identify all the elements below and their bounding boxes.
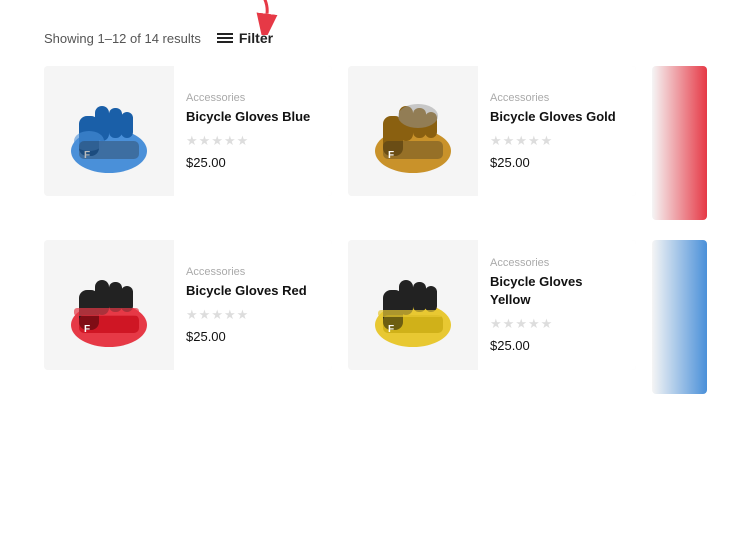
product-name: Bicycle Gloves Blue	[186, 108, 320, 126]
arrow-indicator	[228, 0, 288, 35]
product-card[interactable]: F Accessories Bicycle Gloves Blue ★ ★ ★ …	[44, 66, 332, 196]
product-image: F	[44, 66, 174, 196]
product-info: Accessories Bicycle Gloves Blue ★ ★ ★ ★ …	[174, 66, 332, 196]
showing-text: Showing 1–12 of 14 results	[44, 31, 201, 46]
product-info: Accessories Bicycle Gloves Yellow ★ ★ ★ …	[478, 240, 636, 370]
product-category: Accessories	[490, 92, 624, 104]
product-image: F	[348, 240, 478, 370]
product-name: Bicycle Gloves Gold	[490, 108, 624, 126]
product-image: F	[348, 66, 478, 196]
top-bar: Showing 1–12 of 14 results Filter	[0, 0, 751, 66]
product-info: Accessories Bicycle Gloves Red ★ ★ ★ ★ ★…	[174, 240, 332, 370]
product-name: Bicycle Gloves Yellow	[490, 273, 624, 308]
star-rating: ★ ★ ★ ★ ★	[490, 316, 624, 332]
star-rating: ★ ★ ★ ★ ★	[186, 307, 320, 323]
product-price: $25.00	[186, 155, 320, 170]
product-price: $25.00	[186, 329, 320, 344]
star-rating: ★ ★ ★ ★ ★	[490, 133, 624, 149]
product-category: Accessories	[186, 266, 320, 278]
product-price: $25.00	[490, 155, 624, 170]
product-card[interactable]: F Accessories Bicycle Gloves Gold ★ ★ ★ …	[348, 66, 636, 196]
svg-text:F: F	[388, 324, 394, 335]
star-rating: ★ ★ ★ ★ ★	[186, 133, 320, 149]
svg-text:F: F	[388, 150, 394, 161]
svg-text:F: F	[84, 324, 90, 335]
partial-card	[652, 66, 707, 220]
product-image: F	[44, 240, 174, 370]
product-price: $25.00	[490, 338, 624, 353]
product-info: Accessories Bicycle Gloves Gold ★ ★ ★ ★ …	[478, 66, 636, 196]
product-name: Bicycle Gloves Red	[186, 282, 320, 300]
product-card[interactable]: F Accessories Bicycle Gloves Yellow ★ ★ …	[348, 240, 636, 370]
product-card[interactable]: F Accessories Bicycle Gloves Red ★ ★ ★ ★…	[44, 240, 332, 370]
partial-card	[652, 240, 707, 394]
product-category: Accessories	[490, 257, 624, 269]
product-category: Accessories	[186, 92, 320, 104]
products-grid: F Accessories Bicycle Gloves Blue ★ ★ ★ …	[0, 66, 751, 394]
